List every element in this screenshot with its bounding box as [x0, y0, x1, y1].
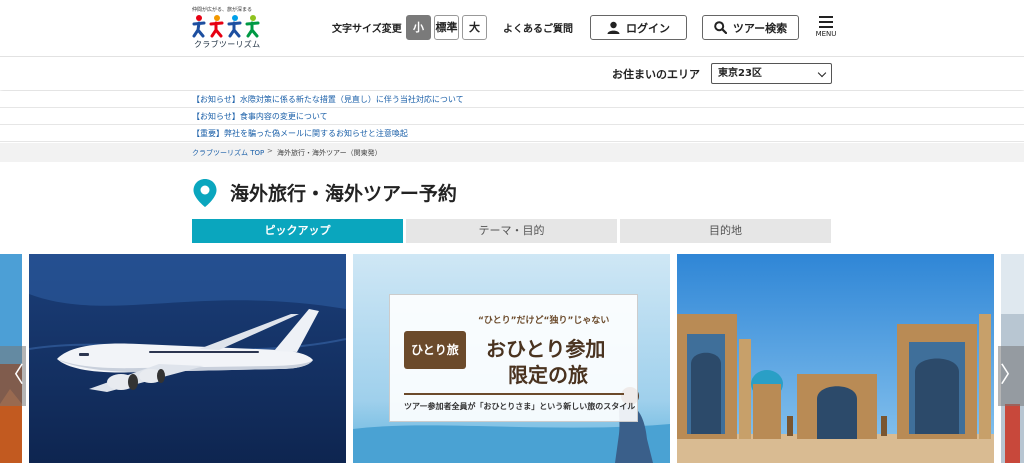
user-icon [607, 21, 620, 34]
search-icon [714, 21, 727, 34]
notice-link[interactable]: 【お知らせ】水際対策に係る新たな措置（見直し）に伴う当社対応について [192, 94, 464, 105]
faq-link[interactable]: よくあるご質問 [503, 20, 573, 35]
card-title-line1: おひとり参加 [486, 337, 606, 361]
chevron-down-icon [817, 68, 827, 78]
card-divider [404, 393, 624, 395]
slide-image [677, 254, 994, 463]
carousel-prev-button[interactable]: 〈 [0, 346, 26, 406]
solo-travel-card: “ひとり”だけど“独り”じゃない ひとり旅 おひとり参加 限定の旅 ツアー参加者… [389, 294, 638, 422]
area-select-value: 東京23区 [718, 68, 762, 79]
tab-destination[interactable]: 目的地 [620, 219, 831, 243]
notice-row: 【お知らせ】食事内容の変更について [0, 108, 1024, 125]
font-size-standard-button[interactable]: 標準 [434, 15, 459, 40]
tour-search-label: ツアー検索 [732, 21, 788, 35]
site-header: 仲間が広がる、旅が深まる クラブツーリズム 文字サイズ変更 小 標準 大 よくあ… [0, 0, 1024, 57]
notice-row: 【お知らせ】水際対策に係る新たな措置（見直し）に伴う当社対応について [0, 91, 1024, 108]
carousel-slide-solo-travel[interactable]: “ひとり”だけど“独り”じゃない ひとり旅 おひとり参加 限定の旅 ツアー参加者… [353, 254, 670, 463]
solo-travel-badge: ひとり旅 [404, 331, 466, 369]
location-pin-icon [193, 179, 217, 207]
logo-name: クラブツーリズム [194, 40, 261, 49]
area-label: お住まいのエリア [612, 68, 700, 81]
logo-tagline: 仲間が広がる、旅が深まる [192, 7, 253, 13]
tour-search-button[interactable]: ツアー検索 [702, 15, 799, 40]
tab-pickup[interactable]: ピックアップ [192, 219, 403, 243]
card-title-line2: 限定の旅 [508, 363, 588, 387]
breadcrumb: クラブツーリズム TOP > 海外旅行・海外ツアー（関東発） [0, 143, 1024, 162]
tab-theme[interactable]: テーマ・目的 [406, 219, 617, 243]
breadcrumb-current: 海外旅行・海外ツアー（関東発） [277, 149, 382, 157]
carousel-slide-airplane[interactable] [29, 254, 346, 463]
area-select[interactable]: 東京23区 [711, 63, 832, 84]
menu-label: MENU [815, 30, 837, 38]
hamburger-icon [819, 16, 833, 28]
font-size-large-button[interactable]: 大 [462, 15, 487, 40]
font-size-small-button[interactable]: 小 [406, 15, 431, 40]
carousel-slide-samarkand[interactable] [677, 254, 994, 463]
card-footer-text: ツアー参加者全員が「おひとりさま」という新しい旅のスタイル [404, 402, 636, 411]
slide-image [29, 254, 346, 463]
font-size-label: 文字サイズ変更 [332, 24, 402, 35]
breadcrumb-separator: > [267, 147, 273, 155]
breadcrumb-home-link[interactable]: クラブツーリズム TOP [192, 148, 264, 158]
pickup-carousel: “ひとり”だけど“独り”じゃない ひとり旅 おひとり参加 限定の旅 ツアー参加者… [0, 254, 1024, 463]
carousel-next-button[interactable]: 〉 [998, 346, 1024, 406]
logo-figures-icon [192, 15, 260, 38]
notice-link[interactable]: 【お知らせ】食事内容の変更について [192, 111, 328, 122]
area-bar: お住まいのエリア 東京23区 [0, 57, 1024, 90]
menu-button[interactable]: MENU [811, 14, 841, 42]
login-button[interactable]: ログイン [590, 15, 687, 40]
notice-link[interactable]: 【重要】弊社を騙った偽メールに関するお知らせと注意喚起 [192, 128, 408, 139]
card-subtitle: “ひとり”だけど“独り”じゃない [478, 316, 610, 326]
login-label: ログイン [626, 21, 670, 35]
page-title: 海外旅行・海外ツアー予約 [230, 183, 457, 205]
notice-row: 【重要】弊社を騙った偽メールに関するお知らせと注意喚起 [0, 125, 1024, 142]
site-logo[interactable]: 仲間が広がる、旅が深まる クラブツーリズム [192, 6, 268, 50]
